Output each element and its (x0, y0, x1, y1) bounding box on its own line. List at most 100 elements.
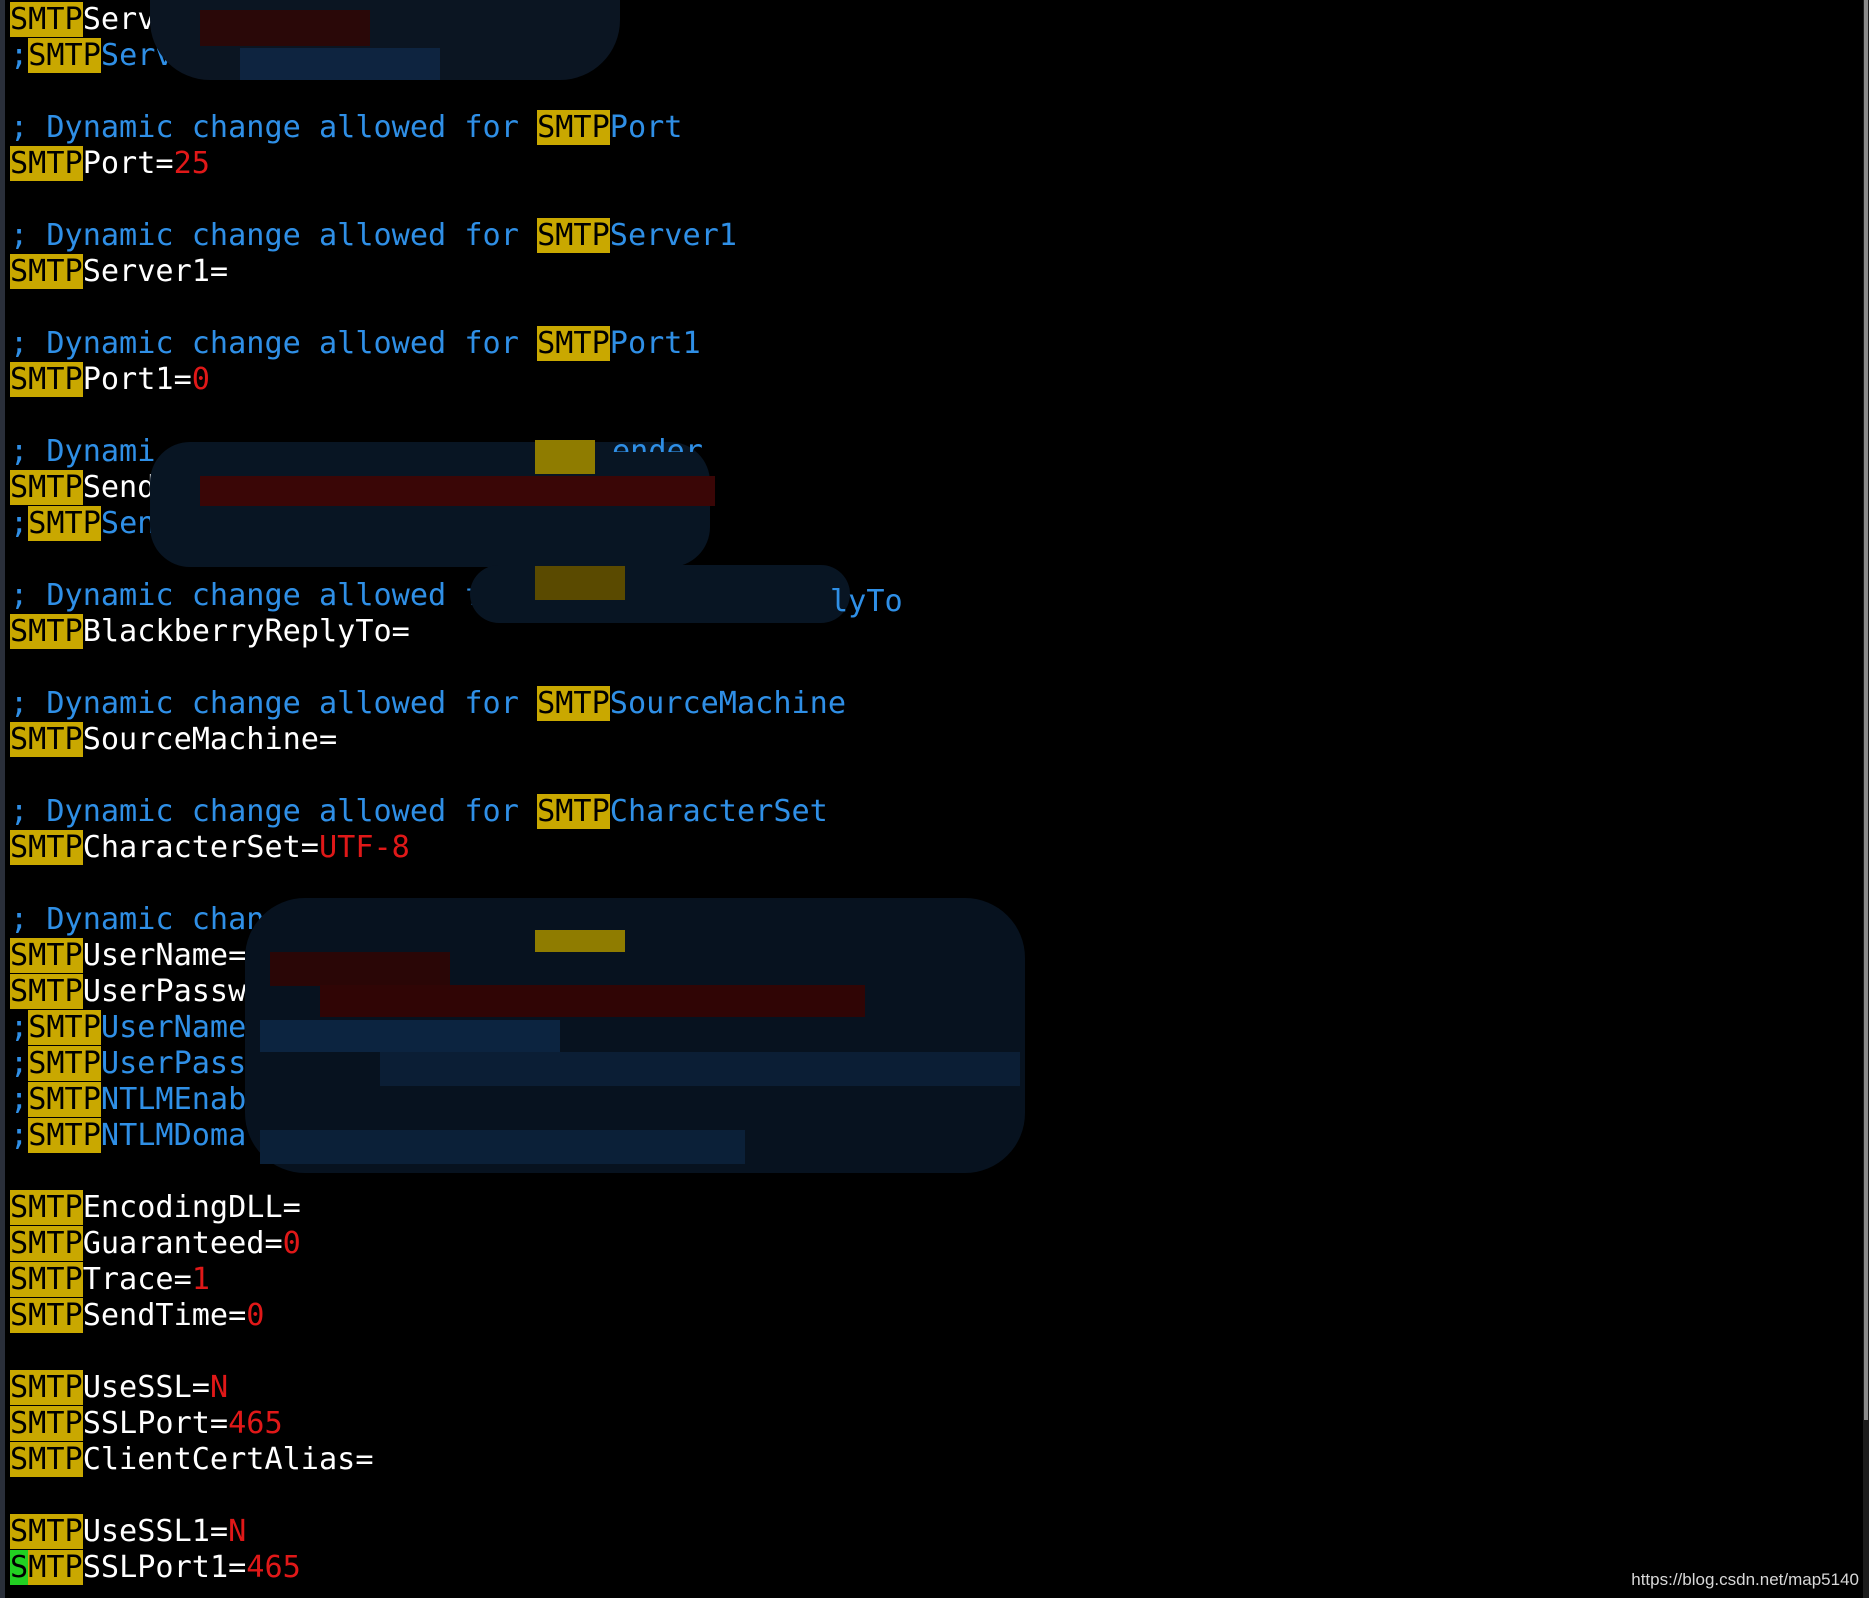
config-key: UserPassw (82, 974, 247, 1009)
buffer-line[interactable]: SMTPGuaranteed=0 (10, 1226, 846, 1262)
config-value: 1 (191, 1262, 210, 1297)
search-highlight: SMTP (10, 974, 83, 1009)
redaction-pixel-sender-red (200, 476, 715, 506)
search-highlight: SMTP (10, 830, 83, 865)
search-highlight: SMTP (10, 146, 83, 181)
config-key: SendTime= (82, 1298, 247, 1333)
commented-key: UserPassw (100, 1046, 265, 1081)
config-value: 25 (173, 146, 210, 181)
search-highlight: SMTP (10, 1298, 83, 1333)
buffer-line[interactable]: SMTPUseSSL=N (10, 1370, 846, 1406)
search-highlight: SMTP (537, 794, 610, 829)
buffer-line[interactable] (10, 866, 846, 902)
config-key: Port1= (82, 362, 192, 397)
search-highlight: SMTP (10, 1442, 83, 1477)
search-highlight: SMTP (28, 1046, 101, 1081)
buffer-line[interactable]: SMTPTrace=1 (10, 1262, 846, 1298)
scrollbar-thumb[interactable] (1864, 0, 1868, 1420)
scrollbar[interactable] (1863, 0, 1869, 1598)
search-highlight: SMTP (28, 38, 101, 73)
config-key: UseSSL= (82, 1370, 210, 1405)
buffer-line[interactable]: ; Dynamic change allowed for SMTPPort (10, 110, 846, 146)
watermark: https://blog.csdn.net/map5140 (1631, 1570, 1859, 1589)
config-value: N (228, 1514, 247, 1549)
config-key: Port= (82, 146, 174, 181)
redaction-blob-replyto (470, 565, 850, 623)
config-key: Server1= (82, 254, 229, 289)
config-key: CharacterSet= (82, 830, 319, 865)
search-highlight: SMTP (10, 614, 83, 649)
config-value: 0 (191, 362, 210, 397)
search-highlight: SMTP (10, 2, 83, 37)
buffer-line[interactable]: SMTPEncodingDLL= (10, 1190, 846, 1226)
buffer-line[interactable] (10, 182, 846, 218)
search-highlight: SMTP (10, 470, 83, 505)
search-highlight: SMTP (537, 110, 610, 145)
buffer-line[interactable]: SMTPPort=25 (10, 146, 846, 182)
buffer-line[interactable]: SMTPSendTime=0 (10, 1298, 846, 1334)
comment-param: CharacterSet (609, 794, 828, 829)
redaction-pixel-username (270, 952, 450, 986)
search-highlight: SMTP (10, 1226, 83, 1261)
search-highlight: SMTP (10, 1262, 83, 1297)
search-highlight: SMTP (10, 1514, 83, 1549)
terminal-window[interactable]: SMTPServ ;SMTPServ ; Dynamic change allow… (0, 0, 1869, 1598)
comment-text: ; Dynamic change allowed for (10, 686, 538, 721)
config-value: N (209, 1370, 229, 1405)
config-key: Guaranteed= (82, 1226, 283, 1261)
comment-param: Server1 (609, 218, 737, 253)
buffer-line[interactable] (10, 290, 846, 326)
config-value: 0 (282, 1226, 301, 1261)
commented-key: UserName (100, 1010, 247, 1045)
redaction-pixel-blue-3 (260, 1130, 745, 1164)
cursor-block: S (10, 1550, 29, 1585)
config-key: ClientCertAlias= (82, 1442, 374, 1477)
redaction-pixel-sender-gold (535, 440, 595, 474)
comment-marker: ; (10, 506, 29, 541)
config-key: SSLPort1= (82, 1550, 247, 1585)
redaction-pixel-server (200, 10, 370, 46)
search-highlight: MTP (28, 1550, 83, 1585)
redaction-pixel-blue-1 (260, 1020, 560, 1052)
buffer-line[interactable] (10, 650, 846, 686)
config-value: 0 (246, 1298, 265, 1333)
comment-text: ; Dynamic change allowed for (10, 326, 538, 361)
buffer-line[interactable]: SMTPClientCertAlias= (10, 1442, 846, 1478)
comment-text: ; Dynamic change allowed for (10, 578, 519, 613)
commented-key: NTLMDoma (100, 1118, 247, 1153)
buffer-line[interactable]: SMTPCharacterSet=UTF-8 (10, 830, 846, 866)
search-highlight: SMTP (537, 686, 610, 721)
config-key: Send (82, 470, 156, 505)
search-highlight: SMTP (537, 218, 610, 253)
comment-text: ; Dynamic change allowed for (10, 794, 538, 829)
window-left-border (0, 0, 5, 1598)
buffer-line[interactable] (10, 1334, 846, 1370)
buffer-line[interactable] (10, 398, 846, 434)
comment-marker: ; (10, 38, 29, 73)
comment-text: ; Dynamic change allowed for (10, 218, 538, 253)
config-key: SSLPort= (82, 1406, 229, 1441)
buffer-line[interactable]: SMTPSourceMachine= (10, 722, 846, 758)
buffer-line[interactable]: ; Dynamic change allowed for SMTPCharact… (10, 794, 846, 830)
buffer-line[interactable] (10, 758, 846, 794)
buffer-line[interactable]: SMTPPort1=0 (10, 362, 846, 398)
buffer-line[interactable]: SMTPUseSSL1=N (10, 1514, 846, 1550)
redaction-pixel-server-2 (240, 48, 440, 80)
config-key: UserName= (82, 938, 247, 973)
search-highlight: SMTP (10, 254, 83, 289)
comment-marker: ; (10, 1010, 29, 1045)
buffer-line[interactable]: SMTPSSLPort1=465 (10, 1550, 846, 1586)
comment-param: Port (609, 110, 683, 145)
comment-text: ; Dynamic change allowed for (10, 110, 538, 145)
buffer-line[interactable]: SMTPServer1= (10, 254, 846, 290)
vim-buffer[interactable]: SMTPServ ;SMTPServ ; Dynamic change allow… (10, 2, 846, 1586)
buffer-line[interactable] (10, 1478, 846, 1514)
buffer-line[interactable]: ; Dynamic change allowed for SMTPServer1 (10, 218, 846, 254)
config-key: EncodingDLL= (82, 1190, 301, 1225)
buffer-line[interactable]: ; Dynamic change allowed for SMTPPort1 (10, 326, 846, 362)
config-key: Serv (82, 2, 156, 37)
config-key: UseSSL1= (82, 1514, 229, 1549)
replyto-tail-text: lyTo (830, 584, 903, 619)
buffer-line[interactable]: ; Dynamic change allowed for SMTPSourceM… (10, 686, 846, 722)
buffer-line[interactable]: SMTPSSLPort=465 (10, 1406, 846, 1442)
